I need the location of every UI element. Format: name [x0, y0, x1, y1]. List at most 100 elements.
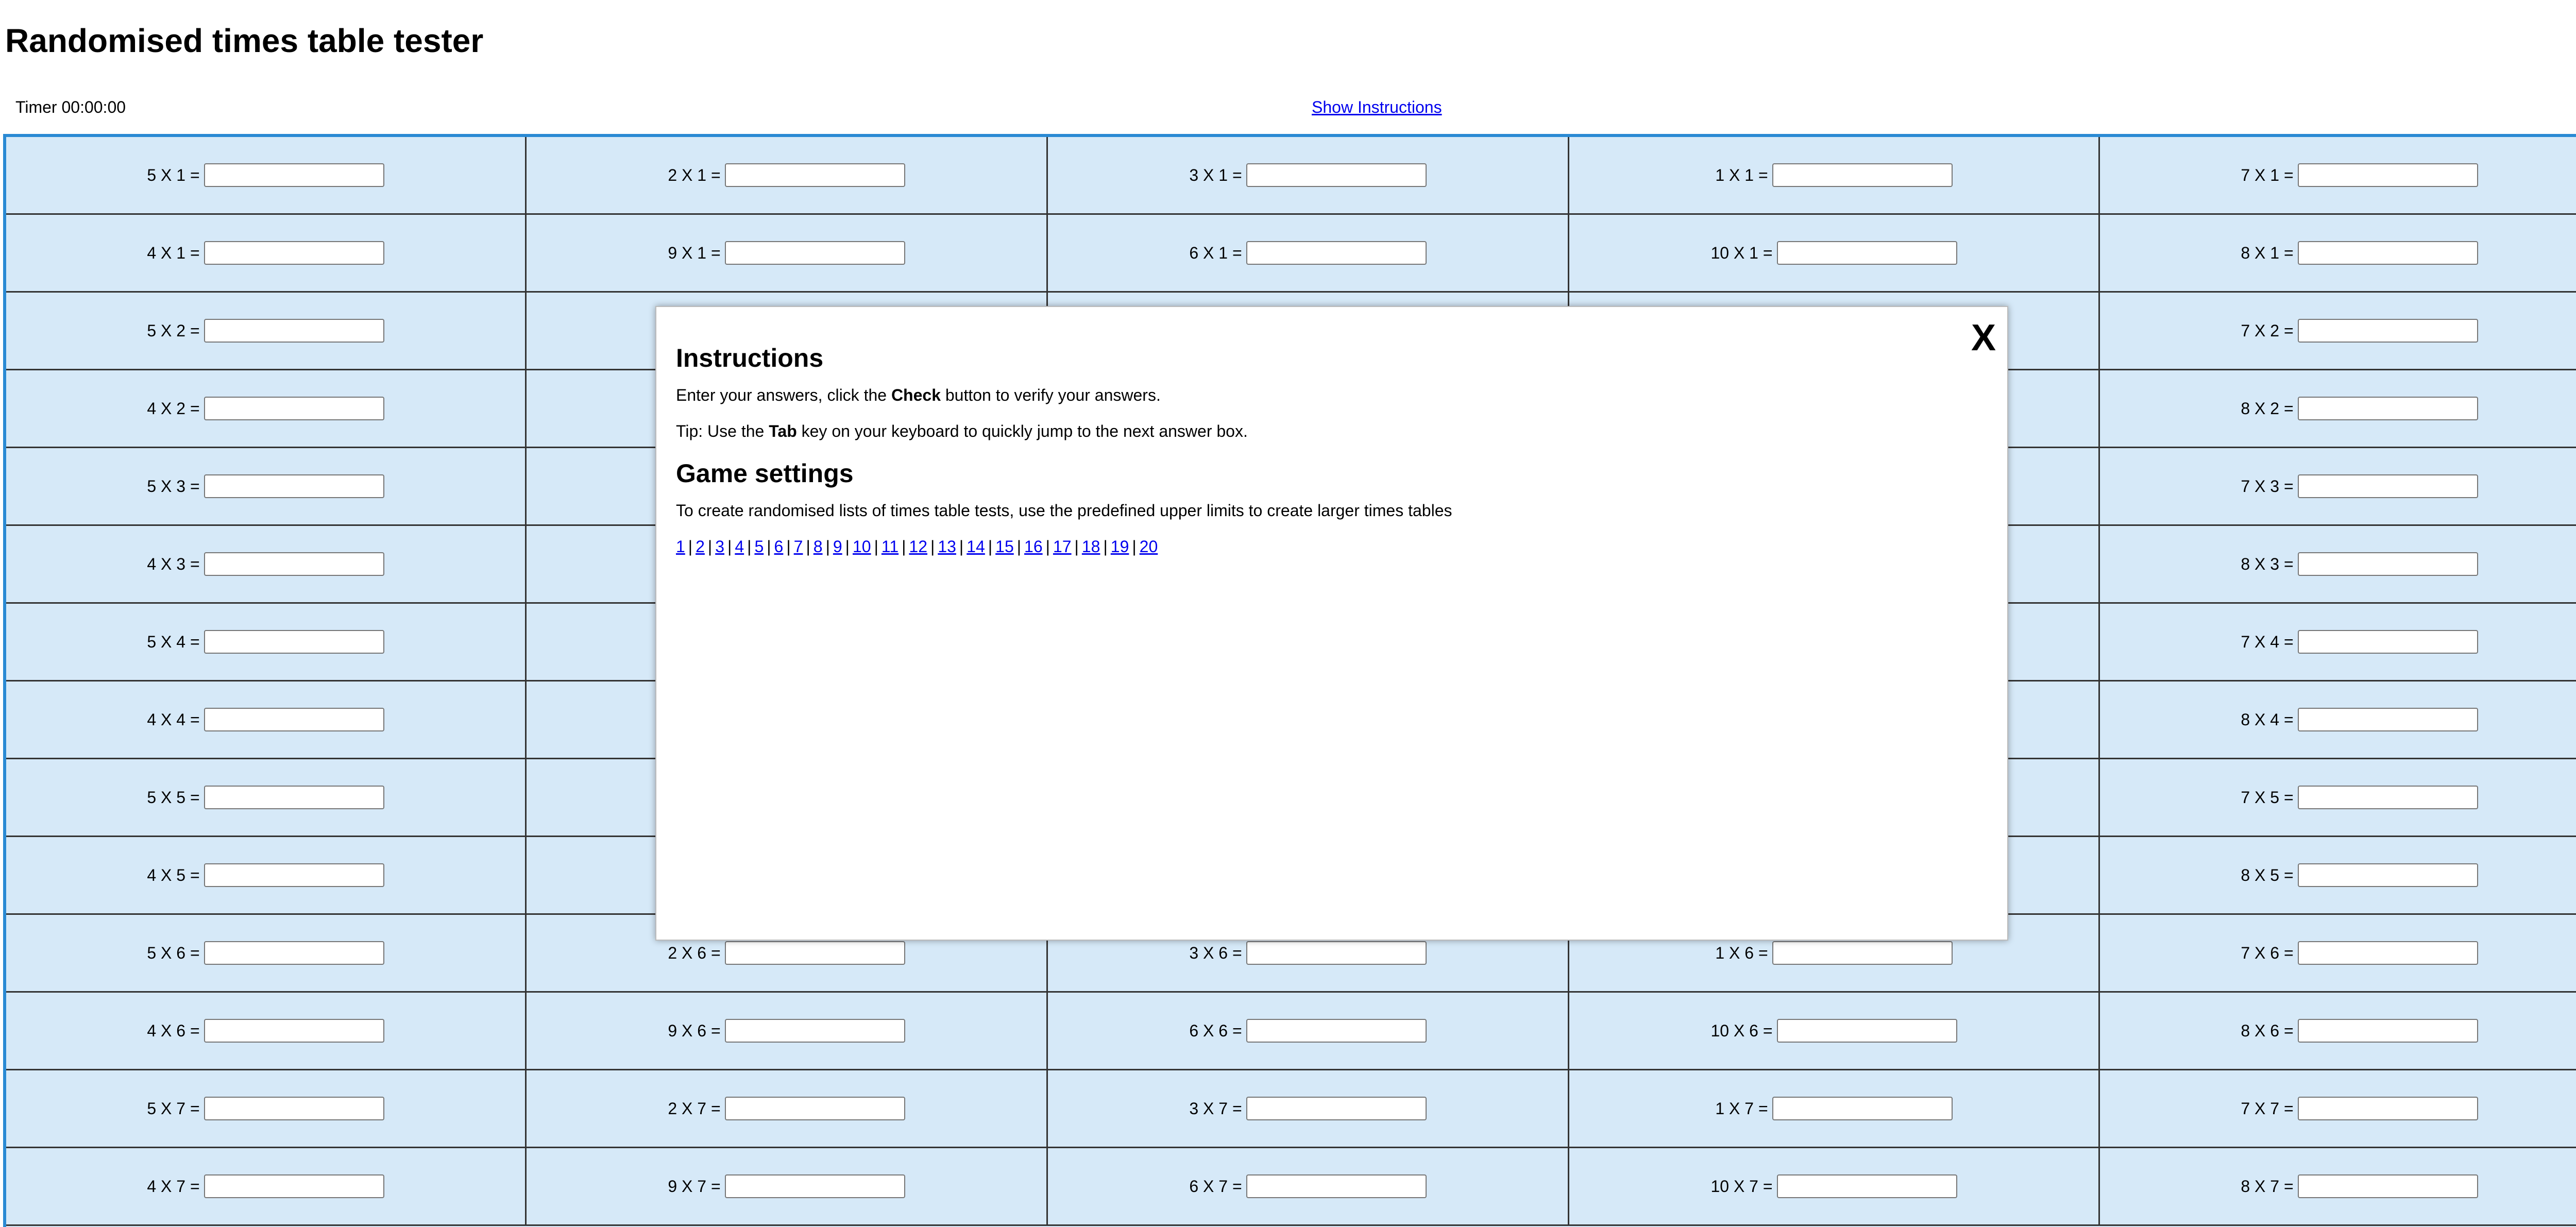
- answer-input[interactable]: [204, 552, 384, 576]
- answer-input[interactable]: [2297, 474, 2478, 498]
- question-label: 2 X 1 =: [668, 165, 721, 184]
- question-cell: 6 X 1 =: [1048, 215, 1569, 293]
- upper-limit-link-5[interactable]: 5: [754, 537, 764, 556]
- upper-limit-link-4[interactable]: 4: [735, 537, 744, 556]
- question-label: 4 X 7 =: [147, 1177, 200, 1196]
- answer-input[interactable]: [1246, 1019, 1427, 1043]
- answer-input[interactable]: [2297, 941, 2478, 965]
- answer-input[interactable]: [204, 1097, 384, 1120]
- answer-input[interactable]: [1246, 1097, 1427, 1120]
- answer-input[interactable]: [1246, 1174, 1427, 1198]
- answer-input[interactable]: [1246, 941, 1427, 965]
- question-cell: 7 X 1 =: [2100, 137, 2576, 215]
- answer-input[interactable]: [2297, 708, 2478, 731]
- answer-input[interactable]: [204, 708, 384, 731]
- question-cell: 8 X 3 =: [2100, 526, 2576, 604]
- question-label: 7 X 1 =: [2241, 165, 2294, 184]
- upper-limit-link-13[interactable]: 13: [938, 537, 956, 556]
- question-cell: 10 X 7 =: [1569, 1148, 2100, 1226]
- answer-input[interactable]: [2297, 863, 2478, 887]
- answer-input[interactable]: [1246, 163, 1427, 187]
- answer-input[interactable]: [2297, 241, 2478, 265]
- upper-limit-link-19[interactable]: 19: [1111, 537, 1129, 556]
- answer-input[interactable]: [1776, 1019, 1957, 1043]
- upper-limit-link-3[interactable]: 3: [715, 537, 724, 556]
- answer-input[interactable]: [1772, 163, 1953, 187]
- question-cell: 1 X 1 =: [1569, 137, 2100, 215]
- question-cell: 2 X 1 =: [527, 137, 1048, 215]
- answer-input[interactable]: [1776, 1174, 1957, 1198]
- question-cell: 4 X 3 =: [6, 526, 527, 604]
- question-label: 7 X 5 =: [2241, 788, 2294, 807]
- limit-separator: |: [902, 537, 906, 556]
- answer-input[interactable]: [204, 1019, 384, 1043]
- question-label: 1 X 1 =: [1715, 165, 1768, 184]
- answer-input[interactable]: [724, 1019, 905, 1043]
- instructions-heading: Instructions: [676, 344, 824, 372]
- answer-input[interactable]: [204, 786, 384, 809]
- answer-input[interactable]: [204, 1174, 384, 1198]
- upper-limit-link-1[interactable]: 1: [676, 537, 685, 556]
- check-keyword: Check: [891, 386, 941, 404]
- question-cell: 8 X 6 =: [2100, 993, 2576, 1070]
- answer-input[interactable]: [1772, 941, 1953, 965]
- answer-input[interactable]: [2297, 630, 2478, 654]
- question-cell: 8 X 1 =: [2100, 215, 2576, 293]
- upper-limit-link-11[interactable]: 11: [882, 537, 899, 556]
- answer-input[interactable]: [204, 241, 384, 265]
- question-label: 5 X 7 =: [147, 1099, 200, 1118]
- answer-input[interactable]: [204, 163, 384, 187]
- question-label: 2 X 6 =: [668, 943, 721, 962]
- question-label: 7 X 4 =: [2241, 632, 2294, 651]
- upper-limit-link-17[interactable]: 17: [1053, 537, 1072, 556]
- upper-limit-link-6[interactable]: 6: [774, 537, 784, 556]
- answer-input[interactable]: [724, 941, 905, 965]
- answer-input[interactable]: [724, 163, 905, 187]
- answer-input[interactable]: [204, 319, 384, 343]
- limit-separator: |: [845, 537, 850, 556]
- answer-input[interactable]: [1772, 1097, 1953, 1120]
- answer-input[interactable]: [724, 1174, 905, 1198]
- answer-input[interactable]: [1776, 241, 1957, 265]
- answer-input[interactable]: [2297, 319, 2478, 343]
- upper-limit-link-7[interactable]: 7: [794, 537, 803, 556]
- question-cell: 9 X 7 =: [527, 1148, 1048, 1226]
- answer-input[interactable]: [204, 630, 384, 654]
- answer-input[interactable]: [2297, 397, 2478, 420]
- upper-limit-link-15[interactable]: 15: [995, 537, 1014, 556]
- answer-input[interactable]: [2297, 1097, 2478, 1120]
- upper-limit-link-9[interactable]: 9: [833, 537, 842, 556]
- upper-limit-link-14[interactable]: 14: [967, 537, 985, 556]
- question-label: 6 X 6 =: [1189, 1021, 1242, 1040]
- question-cell: 7 X 5 =: [2100, 759, 2576, 837]
- show-instructions-link[interactable]: Show Instructions: [1312, 97, 1442, 117]
- answer-input[interactable]: [2297, 163, 2478, 187]
- upper-limit-link-20[interactable]: 20: [1140, 537, 1158, 556]
- answer-input[interactable]: [204, 474, 384, 498]
- upper-limit-link-8[interactable]: 8: [814, 537, 823, 556]
- page: Randomised times table tester Timer 00:0…: [0, 0, 2576, 1227]
- answer-input[interactable]: [2297, 786, 2478, 809]
- page-title: Randomised times table tester: [5, 22, 484, 59]
- answer-input[interactable]: [2297, 1174, 2478, 1198]
- question-label: 7 X 2 =: [2241, 321, 2294, 340]
- answer-input[interactable]: [204, 863, 384, 887]
- question-cell: 7 X 3 =: [2100, 448, 2576, 526]
- answer-input[interactable]: [1246, 241, 1427, 265]
- answer-input[interactable]: [2297, 1019, 2478, 1043]
- answer-input[interactable]: [204, 397, 384, 420]
- answer-input[interactable]: [2297, 552, 2478, 576]
- upper-limit-link-12[interactable]: 12: [909, 537, 927, 556]
- instructions-line-tip-start: Tip: Use the: [676, 422, 769, 440]
- answer-input[interactable]: [724, 241, 905, 265]
- upper-limit-link-16[interactable]: 16: [1024, 537, 1043, 556]
- answer-input[interactable]: [724, 1097, 905, 1120]
- upper-limit-link-10[interactable]: 10: [853, 537, 871, 556]
- upper-limit-link-18[interactable]: 18: [1082, 537, 1100, 556]
- question-cell: 7 X 2 =: [2100, 293, 2576, 370]
- upper-limit-link-2[interactable]: 2: [696, 537, 705, 556]
- question-label: 8 X 3 =: [2241, 554, 2294, 573]
- question-label: 8 X 6 =: [2241, 1021, 2294, 1040]
- answer-input[interactable]: [204, 941, 384, 965]
- close-modal-button[interactable]: X: [1971, 319, 1996, 356]
